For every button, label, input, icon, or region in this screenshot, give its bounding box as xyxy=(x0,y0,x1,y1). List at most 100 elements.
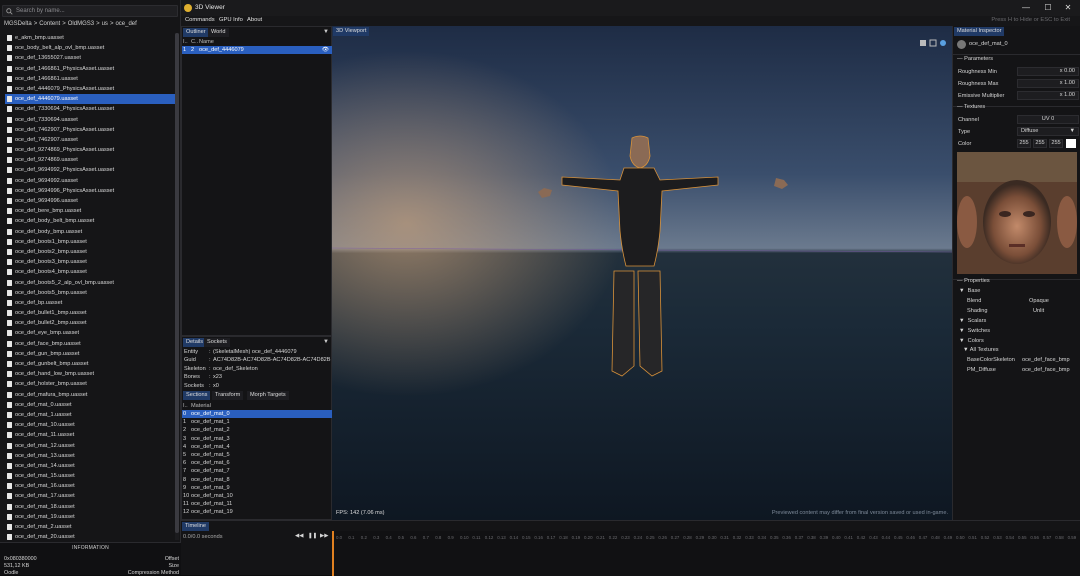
file-list-item[interactable]: oce_def_9694992_PhysicsAsset.uasset xyxy=(5,165,175,175)
texture-param-value[interactable]: oce_def_face_bmp xyxy=(1022,357,1070,363)
file-list-item[interactable]: oce_def_mat_11.uasset xyxy=(5,430,175,440)
material-row[interactable]: 6 oce_def_mat_6 xyxy=(182,459,332,467)
file-list-item[interactable]: oce_def_bp.uasset xyxy=(5,298,175,308)
tab-morph-targets[interactable]: Morph Targets xyxy=(247,391,289,400)
param-field[interactable]: x 1.00 xyxy=(1017,79,1079,88)
tab-details[interactable]: Details xyxy=(183,338,207,347)
file-list-item[interactable]: oce_def_7330694.uasset xyxy=(5,115,175,125)
file-list-item[interactable]: oce_def_mat_18.uasset xyxy=(5,502,175,512)
param-field[interactable]: x 0.00 xyxy=(1017,67,1079,76)
file-list-item[interactable]: oce_def_gun_bmp.uasset xyxy=(5,349,175,359)
file-list-item[interactable]: oce_def_1466861_PhysicsAsset.uasset xyxy=(5,64,175,74)
file-list-item[interactable]: oce_def_mafura_bmp.uasset xyxy=(5,390,175,400)
forward-icon[interactable]: ▶▶ xyxy=(320,533,329,539)
file-list-item[interactable]: oce_def_9694996.uasset xyxy=(5,196,175,206)
file-list-item[interactable]: oce_def_1466861.uasset xyxy=(5,74,175,84)
breadcrumb-item[interactable]: OldMGS3 xyxy=(68,21,94,27)
material-row[interactable]: 10 oce_def_mat_10 xyxy=(182,492,332,500)
col-material[interactable]: Material xyxy=(191,402,211,410)
file-list-item[interactable]: oce_def_boots5_bmp.uasset xyxy=(5,288,175,298)
type-dropdown[interactable]: Diffuse ▼ xyxy=(1017,127,1079,136)
tab-material-inspector[interactable]: Material Inspector xyxy=(954,27,1005,36)
globe-icon[interactable] xyxy=(940,40,946,46)
scrollbar-thumb[interactable] xyxy=(175,33,179,533)
file-list-item[interactable]: oce_def_bullet1_bmp.uasset xyxy=(5,308,175,318)
material-row[interactable]: 0 oce_def_mat_0 xyxy=(182,410,332,419)
file-list-item[interactable]: oce_def_mat_1.uasset xyxy=(5,410,175,420)
file-list-item[interactable]: oce_def_boots1_bmp.uasset xyxy=(5,237,175,247)
camera-icon[interactable] xyxy=(920,40,926,46)
file-list-item[interactable]: oce_def_hand_low_bmp.uasset xyxy=(5,369,175,379)
menu-about[interactable]: About xyxy=(247,17,262,23)
file-list-item[interactable]: oce_def_4446079.uasset xyxy=(5,94,175,105)
file-list-scrollbar[interactable] xyxy=(175,33,179,540)
textures-section[interactable]: — Textures xyxy=(957,104,985,110)
material-row[interactable]: 11 oce_def_mat_11 xyxy=(182,500,332,508)
material-row[interactable]: 1 oce_def_mat_1 xyxy=(182,418,332,426)
material-row[interactable]: 9 oce_def_mat_9 xyxy=(182,484,332,492)
tab-transform[interactable]: Transform xyxy=(212,391,244,400)
3d-viewport[interactable]: 3D Viewport FPS: 142 (7.06 ms) Previewed… xyxy=(332,26,952,520)
breadcrumb-item[interactable]: MGSDelta xyxy=(4,21,32,27)
file-list-item[interactable]: oce_def_body_belt_bmp.uasset xyxy=(5,216,175,226)
tab-3d-viewport[interactable]: 3D Viewport xyxy=(333,27,370,36)
tab-outliner[interactable]: Outliner xyxy=(183,28,209,37)
outliner-row[interactable]: 1 2 oce_def_4446079 👁 xyxy=(182,46,332,55)
file-list-item[interactable]: oce_def_bere_bmp.uasset xyxy=(5,206,175,216)
color-b[interactable]: 255 xyxy=(1049,139,1063,148)
col-c[interactable]: C.. xyxy=(191,38,198,46)
file-list-item[interactable]: oce_def_mat_14.uasset xyxy=(5,461,175,471)
file-list-item[interactable]: oce_def_boots2_bmp.uasset xyxy=(5,247,175,257)
material-row[interactable]: 12 oce_def_mat_19 xyxy=(182,508,332,516)
file-list-item[interactable]: oce_def_eye_bmp.uasset xyxy=(5,328,175,338)
menu-gpu-info[interactable]: GPU Info xyxy=(219,17,243,23)
file-list-item[interactable]: oce_def_holster_bmp.uasset xyxy=(5,379,175,389)
file-list-item[interactable]: oce_def_mat_20.uasset xyxy=(5,532,175,540)
file-list-item[interactable]: oce_def_7462907.uasset xyxy=(5,135,175,145)
properties-section[interactable]: — Properties xyxy=(957,278,990,284)
material-row[interactable]: 3 oce_def_mat_3 xyxy=(182,435,332,443)
file-list-item[interactable]: oce_def_mat_15.uasset xyxy=(5,471,175,481)
col-index[interactable]: I.. xyxy=(183,38,188,46)
tab-world[interactable]: World xyxy=(208,28,229,37)
file-list-item[interactable]: oce_def_boots4_bmp.uasset xyxy=(5,267,175,277)
file-list-item[interactable]: oce_def_mat_2.uasset xyxy=(5,522,175,532)
file-list-item[interactable]: oce_def_7330694_PhysicsAsset.uasset xyxy=(5,104,175,114)
color-r[interactable]: 255 xyxy=(1017,139,1031,148)
breadcrumb-item[interactable]: Content xyxy=(39,21,60,27)
details-dropdown-icon[interactable]: ▼ xyxy=(323,339,329,345)
file-list-item[interactable]: oce_def_mat_16.uasset xyxy=(5,481,175,491)
material-row[interactable]: 7 oce_def_mat_7 xyxy=(182,467,332,475)
scene-render[interactable] xyxy=(332,26,952,520)
file-list-item[interactable]: oce_def_4446079_PhysicsAsset.uasset xyxy=(5,84,175,94)
parameters-section[interactable]: — Parameters xyxy=(957,56,993,62)
file-list-item[interactable]: oce_def_body_bmp.uasset xyxy=(5,227,175,237)
channel-field[interactable]: UV 0 xyxy=(1017,115,1079,124)
search-input[interactable]: Search by name... xyxy=(2,5,178,17)
menu-commands[interactable]: Commands xyxy=(185,17,215,23)
file-list-item[interactable]: oce_def_mat_12.uasset xyxy=(5,441,175,451)
file-list-item[interactable]: oce_def_boots5_2_alp_ovl_bmp.uasset xyxy=(5,278,175,288)
file-list-item[interactable]: oce_def_face_bmp.uasset xyxy=(5,339,175,349)
color-swatch[interactable] xyxy=(1066,139,1076,148)
breadcrumb-item[interactable]: us xyxy=(102,21,108,27)
minimize-button[interactable]: — xyxy=(1016,2,1036,14)
file-list-item[interactable]: oce_def_mat_10.uasset xyxy=(5,420,175,430)
all-textures-group[interactable]: ▼ All Textures xyxy=(963,347,999,353)
maximize-button[interactable]: ☐ xyxy=(1038,2,1058,14)
file-list-item[interactable]: oce_def_mat_13.uasset xyxy=(5,451,175,461)
outliner-dropdown-icon[interactable]: ▼ xyxy=(323,29,329,35)
file-list-item[interactable]: oce_def_boots3_bmp.uasset xyxy=(5,257,175,267)
file-list-item[interactable]: oce_def_7462907_PhysicsAsset.uasset xyxy=(5,125,175,135)
file-list-item[interactable]: oce_def_mat_0.uasset xyxy=(5,400,175,410)
file-list-item[interactable]: oce_def_13655027.uasset xyxy=(5,53,175,63)
file-list-item[interactable]: oce_def_mat_17.uasset xyxy=(5,491,175,501)
file-list-item[interactable]: oce_def_9274869_PhysicsAsset.uasset xyxy=(5,145,175,155)
colors-group[interactable]: ▼ Colors xyxy=(959,338,984,344)
file-list-item[interactable]: oce_def_9694992.uasset xyxy=(5,176,175,186)
color-g[interactable]: 255 xyxy=(1033,139,1047,148)
col-name[interactable]: Name xyxy=(199,38,214,46)
material-row[interactable]: 4 oce_def_mat_4 xyxy=(182,443,332,451)
playhead[interactable] xyxy=(332,531,334,576)
file-list-item[interactable]: e_akm_bmp.uasset xyxy=(5,33,175,43)
